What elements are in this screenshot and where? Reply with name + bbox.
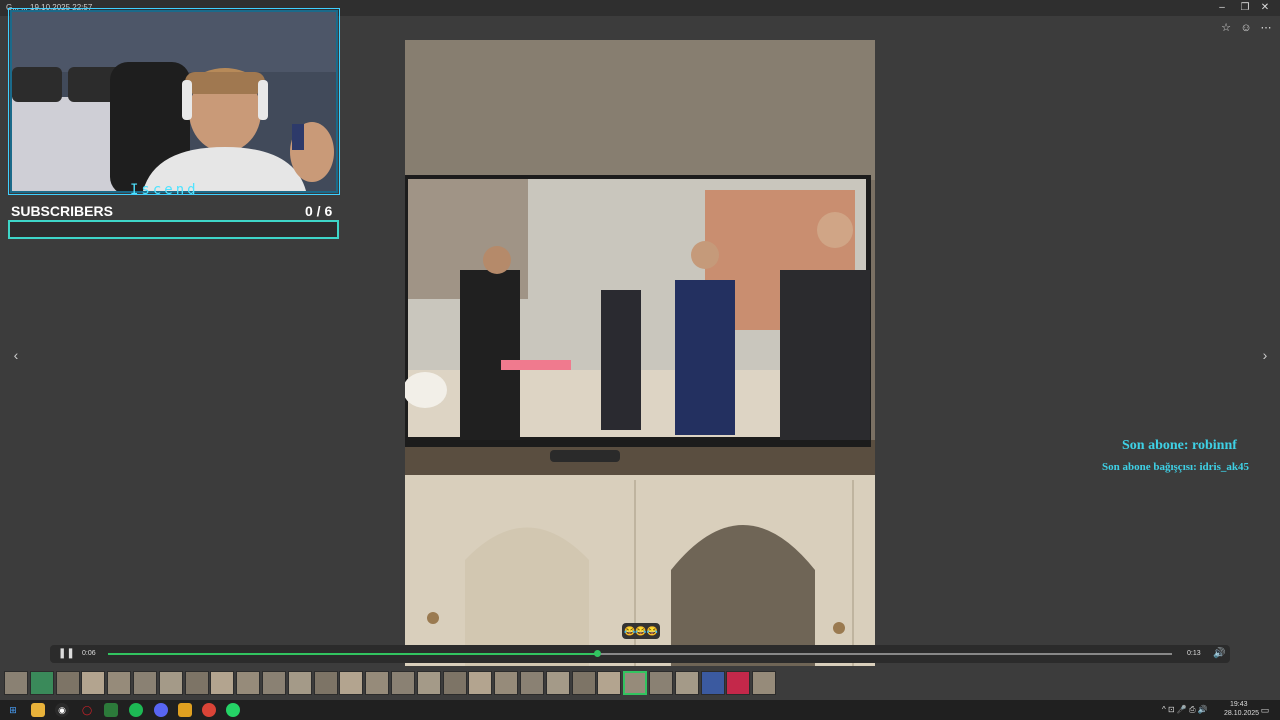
pause-icon[interactable]: ❚❚ xyxy=(58,648,75,660)
discord-icon[interactable] xyxy=(154,703,168,717)
favorite-icon[interactable]: ☆ xyxy=(1218,20,1234,36)
thumbnail-item[interactable] xyxy=(416,671,441,695)
volume-icon[interactable]: 🔊 xyxy=(1213,648,1225,660)
system-tray-icons[interactable]: ^ ⊡ 🎤 ⎙ 🔊 xyxy=(1162,705,1208,715)
whatsapp-icon[interactable] xyxy=(226,703,240,717)
thumbnail-item[interactable] xyxy=(520,671,544,695)
minimize-button[interactable]: – xyxy=(1215,2,1229,14)
thumbnail-item[interactable] xyxy=(623,671,648,695)
thumbnail-item[interactable] xyxy=(133,671,157,695)
app-icon[interactable] xyxy=(178,703,192,717)
media-viewer[interactable] xyxy=(405,40,875,666)
thumbnail-item[interactable] xyxy=(210,671,235,695)
thumbnail-strip xyxy=(0,671,790,697)
seek-progress xyxy=(108,653,598,655)
thumbnail-item[interactable] xyxy=(55,671,80,695)
thumbnail-item[interactable] xyxy=(597,671,622,695)
previous-arrow-icon[interactable]: ‹ xyxy=(9,345,23,365)
thumbnail-item[interactable] xyxy=(468,671,493,695)
spotify-icon[interactable] xyxy=(129,703,143,717)
clock-time[interactable]: 19:43 xyxy=(1230,701,1248,708)
thumbnail-item[interactable] xyxy=(236,671,261,695)
thumbnail-item[interactable] xyxy=(158,671,183,695)
thumbnail-item[interactable] xyxy=(674,671,699,695)
thumbnail-item[interactable] xyxy=(29,671,54,695)
thumbnail-item[interactable] xyxy=(81,671,106,695)
total-time: 0:13 xyxy=(1187,650,1201,657)
chrome-icon[interactable] xyxy=(202,703,216,717)
thumbnail-item[interactable] xyxy=(184,671,209,695)
video-frame xyxy=(405,40,875,666)
taskbar xyxy=(0,700,1280,720)
current-time: 0:06 xyxy=(82,650,96,657)
thumbnail-item[interactable] xyxy=(649,671,673,695)
thumbnail-item[interactable] xyxy=(107,671,132,695)
thumbnail-item[interactable] xyxy=(262,671,286,695)
thumbnail-item[interactable] xyxy=(442,671,467,695)
opera-icon[interactable]: ◯ xyxy=(80,703,94,717)
thumbnail-item[interactable] xyxy=(365,671,390,695)
thumbnail-item[interactable] xyxy=(545,671,570,695)
notification-icon[interactable]: ▭ xyxy=(1258,703,1272,717)
subscribers-count: 0 / 6 xyxy=(305,203,333,219)
windows-icon[interactable]: ⊞ xyxy=(6,703,20,717)
last-donor-text: Son abone bağışçısı: idris_ak45 xyxy=(1102,461,1250,473)
thumbnail-item[interactable] xyxy=(726,671,751,695)
thumbnail-item[interactable] xyxy=(700,671,725,695)
thumbnail-item[interactable] xyxy=(4,671,28,695)
thumbnail-item[interactable] xyxy=(571,671,596,695)
last-subscriber-text: Son abone: robinnf xyxy=(1122,438,1237,453)
webcam-feed xyxy=(10,10,338,193)
game-icon[interactable] xyxy=(104,703,118,717)
close-button[interactable]: ✕ xyxy=(1258,2,1272,14)
reaction-badge: 😂😂😂 xyxy=(622,623,660,639)
account-icon[interactable]: ☺ xyxy=(1238,20,1254,36)
thumbnail-item[interactable] xyxy=(287,671,312,695)
more-options-icon[interactable]: ⋯ xyxy=(1258,20,1274,36)
thumbnail-item[interactable] xyxy=(313,671,338,695)
clock-date[interactable]: 28.10.2025 xyxy=(1224,710,1259,717)
subscribers-label: SUBSCRIBERS xyxy=(11,203,113,219)
thumbnail-item[interactable] xyxy=(339,671,364,695)
next-arrow-icon[interactable]: › xyxy=(1258,345,1272,365)
thumbnail-item[interactable] xyxy=(391,671,415,695)
thumbnail-item[interactable] xyxy=(494,671,519,695)
brand-text: Iscend xyxy=(130,182,199,198)
restore-button[interactable]: ❐ xyxy=(1238,2,1252,14)
obs-icon[interactable]: ◉ xyxy=(55,703,69,717)
folder-icon[interactable] xyxy=(31,703,45,717)
webcam-image xyxy=(12,12,336,191)
subscribers-progress-bar xyxy=(8,220,339,239)
thumbnail-item[interactable] xyxy=(752,671,777,695)
